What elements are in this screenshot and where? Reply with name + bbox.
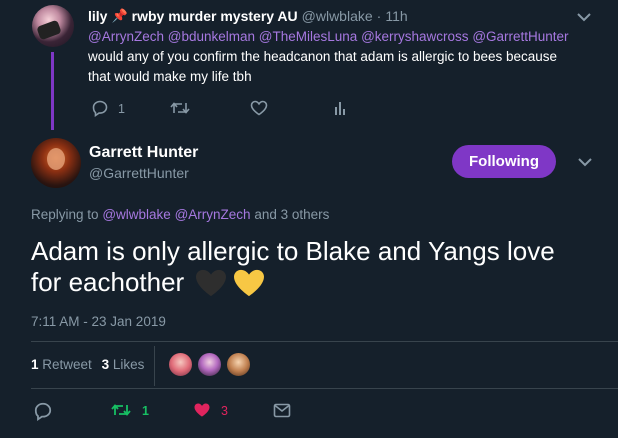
- reply-icon[interactable]: [91, 99, 109, 117]
- message-icon[interactable]: [273, 403, 291, 418]
- thread-line: [51, 52, 54, 130]
- engagement-stats: 1 Retweet 3 Likes: [31, 357, 144, 372]
- reply-text-line-1: would any of you confirm the headcanon t…: [88, 49, 558, 64]
- main-tweet-text-line-2: for eachother: [31, 267, 266, 298]
- pin-emoji: 📌: [111, 8, 128, 23]
- divider-bottom: [31, 388, 618, 389]
- reply-icon[interactable]: [33, 401, 53, 421]
- replying-prefix: Replying to: [31, 207, 99, 222]
- chevron-down-icon[interactable]: [577, 12, 591, 22]
- divider-top: [31, 341, 618, 342]
- retweet-stat[interactable]: 1 Retweet: [31, 357, 96, 372]
- reply-author-name[interactable]: lily: [88, 8, 107, 24]
- reply-header: lily 📌 rwby murder mystery AU @wlwblake …: [88, 8, 408, 24]
- analytics-icon[interactable]: [333, 100, 347, 116]
- replying-to: Replying to @wlwblake @ArrynZech and 3 o…: [31, 207, 329, 222]
- retweet-label: Retweet: [42, 357, 92, 372]
- yellow-heart-emoji: [234, 269, 265, 296]
- liker-avatar[interactable]: [197, 352, 222, 377]
- retweet-count: 1: [31, 357, 39, 372]
- main-author-avatar[interactable]: [31, 138, 81, 188]
- mention[interactable]: @ArrynZech: [175, 207, 251, 222]
- main-author-handle[interactable]: @GarrettHunter: [89, 165, 189, 181]
- reply-handle[interactable]: @wlwblake: [302, 8, 373, 24]
- likes-count: 3: [101, 357, 110, 372]
- liker-avatar[interactable]: [226, 352, 251, 377]
- reply-separator: ·: [376, 8, 382, 24]
- reply-time[interactable]: 11h: [385, 8, 407, 24]
- like-icon[interactable]: [250, 100, 268, 116]
- reply-mentions: @ArrynZech @bdunkelman @TheMilesLuna @ke…: [88, 29, 569, 44]
- mention[interactable]: @kerryshawcross: [361, 29, 468, 44]
- mention[interactable]: @wlwblake: [102, 207, 170, 222]
- liker-avatar[interactable]: [168, 352, 193, 377]
- mention[interactable]: @bdunkelman: [168, 29, 255, 44]
- mention[interactable]: @TheMilesLuna: [259, 29, 358, 44]
- reply-text-line-2: that would make my life tbh: [88, 69, 252, 84]
- stats-separator: [154, 346, 155, 386]
- black-heart-emoji: [196, 269, 227, 296]
- replying-suffix[interactable]: and 3 others: [254, 207, 329, 222]
- like-icon[interactable]: [193, 402, 211, 418]
- retweet-icon[interactable]: [170, 100, 190, 116]
- tweet-timestamp[interactable]: 7:11 AM - 23 Jan 2019: [31, 314, 166, 329]
- main-tweet-text-line-1: Adam is only allergic to Blake and Yangs…: [31, 236, 555, 266]
- main-tweet-text-line-2-text: for eachother: [31, 267, 185, 297]
- reply-author-name-suffix[interactable]: rwby murder mystery AU: [132, 8, 298, 24]
- reply-author-avatar[interactable]: [32, 5, 74, 47]
- mention[interactable]: @GarrettHunter: [472, 29, 568, 44]
- likes-stat[interactable]: 3 Likes: [102, 357, 145, 372]
- action-like-count: 3: [221, 404, 228, 418]
- reply-count: 1: [118, 102, 125, 116]
- following-button[interactable]: Following: [452, 145, 556, 178]
- mention[interactable]: @ArrynZech: [88, 29, 164, 44]
- retweet-icon[interactable]: [111, 402, 131, 418]
- main-author-name[interactable]: Garrett Hunter: [89, 144, 198, 162]
- likes-label: Likes: [112, 357, 145, 372]
- action-retweet-count: 1: [142, 404, 149, 418]
- chevron-down-icon[interactable]: [578, 157, 592, 167]
